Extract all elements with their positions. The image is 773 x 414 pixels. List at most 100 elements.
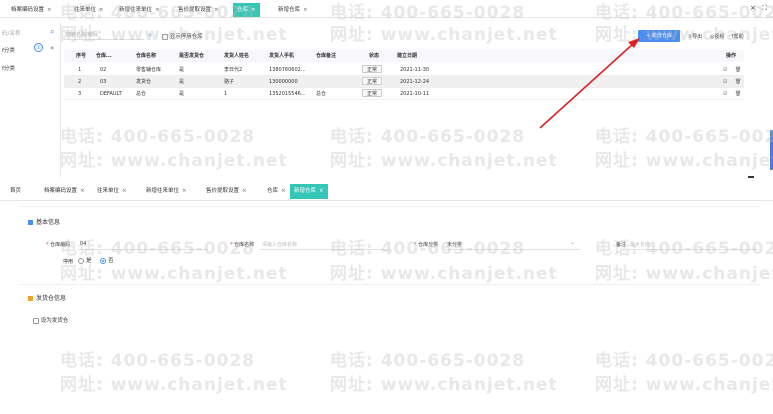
header-no: 序号 <box>76 53 87 59</box>
new-warehouse-page <box>0 181 773 414</box>
close-icon[interactable]: × <box>303 7 308 13</box>
close-icon[interactable]: × <box>182 188 187 194</box>
bottom-tab-5[interactable]: 仓库 × <box>263 184 290 199</box>
bottom-tab-3[interactable]: 新增往来单位 × <box>142 184 191 199</box>
close-icon[interactable]: × <box>251 7 256 13</box>
warehouse-name-label: * 仓库名称 <box>230 242 255 248</box>
warehouse-code-input[interactable]: 04 <box>80 241 86 247</box>
close-icon[interactable]: × <box>122 188 127 194</box>
add-warehouse-button[interactable]: + 新增仓库 <box>638 30 680 42</box>
bottom-tab-1[interactable]: 档案编码设置 × <box>40 184 89 199</box>
delete-icon[interactable]: 🗑 <box>735 88 741 100</box>
header-code[interactable]: 仓库... <box>96 50 112 62</box>
edit-icon[interactable]: ☑ <box>723 64 727 76</box>
table-row[interactable]: 1 02 零售辅仓库 是 李日代2 1380760602... 正常 2021-11-30 ☑ 🗑 <box>64 64 744 76</box>
search-icon[interactable]: ⌕ <box>50 27 54 37</box>
export-button[interactable]: ⇪导出 <box>688 33 702 40</box>
nav-divider <box>60 22 61 177</box>
chevron-down-icon[interactable]: ⌄ <box>570 239 575 246</box>
nav-item-category-2[interactable]: f分类 <box>2 64 15 72</box>
bottom-tab-6[interactable]: 新增仓库 × <box>290 184 328 199</box>
help-button[interactable]: ?帮助 <box>731 33 744 40</box>
cell-phone: 130000000 <box>269 79 298 85</box>
close-icon[interactable]: × <box>242 188 247 194</box>
video-button[interactable]: ◎视频 <box>710 33 724 40</box>
cell-phone: 1380760602... <box>269 67 306 73</box>
radio-no-circle[interactable] <box>100 257 106 264</box>
top-tab-1[interactable]: 往来单位 × <box>70 3 108 17</box>
top-tab-2[interactable]: 新增往来单位 × <box>115 3 164 17</box>
close-icon[interactable]: × <box>80 188 85 194</box>
header-remark[interactable]: 仓库备注 <box>316 50 336 62</box>
cell-name: 总仓 <box>136 91 147 97</box>
set-ship-checkbox[interactable] <box>33 317 39 324</box>
name-label-text: 仓库名称 <box>234 242 255 248</box>
status-badge: 正常 <box>362 89 383 97</box>
edit-icon[interactable]: ☑ <box>723 76 727 88</box>
enable-label: 停用 <box>63 259 74 265</box>
header-is-ship[interactable]: 是否发货仓 <box>179 50 204 62</box>
header-date[interactable]: 建立日期 <box>397 50 417 62</box>
header-status[interactable]: 状态 <box>369 50 379 62</box>
export-label: 导出 <box>692 34 703 40</box>
nav-item-category[interactable]: f分类 <box>2 46 15 54</box>
watermark-text: 网址: www.chanjet.net <box>595 25 773 45</box>
bottom-tab-0[interactable]: 首页 <box>6 184 25 199</box>
show-disabled-toggle[interactable]: 显示停用仓库 <box>162 32 203 40</box>
cell-code: DEFAULT <box>100 91 122 97</box>
close-icon[interactable]: × <box>319 188 324 194</box>
show-disabled-checkbox[interactable] <box>162 33 168 40</box>
radio-yes-circle[interactable] <box>78 257 84 264</box>
header-actions: 操作 <box>726 53 737 59</box>
edit-icon[interactable]: ☑ <box>723 88 727 100</box>
delete-icon[interactable]: 🗑 <box>735 76 741 88</box>
cell-date: 2021-11-30 <box>400 67 430 73</box>
watermark-text: 电话: 400-665-0028 <box>330 127 526 147</box>
separator-mark <box>748 176 754 178</box>
top-tab-3[interactable]: 售价提取设置 × <box>174 3 223 17</box>
status-badge: 正常 <box>362 65 383 73</box>
close-icon[interactable]: × <box>281 188 286 194</box>
radio-no[interactable]: 否 <box>100 256 114 264</box>
status-cell: 正常 <box>362 64 383 76</box>
search-input[interactable]: 搜索名称/编码 <box>64 30 144 40</box>
cell-code: 02 <box>100 67 107 73</box>
cell-date: 2021-10-11 <box>400 91 430 97</box>
bottom-tab-2[interactable]: 往来单位 × <box>93 184 131 199</box>
table-row[interactable]: 2 03 发货仓 是 骆子 130000000 正常 2021-12-24 ☑ 🗑 <box>64 76 744 88</box>
delete-icon[interactable]: 🗑 <box>735 64 741 76</box>
close-icon[interactable]: × <box>214 7 219 13</box>
top-tab-5[interactable]: 新增仓库 × <box>274 3 312 17</box>
warehouse-name-input[interactable]: 请输入仓库名称 <box>262 241 297 248</box>
header-phone[interactable]: 发货人手机 <box>269 50 294 62</box>
cell-shipper: 李日代2 <box>224 67 243 73</box>
remark-label: 备注 <box>616 242 627 248</box>
search-icon[interactable]: ⌕ <box>148 31 152 40</box>
collapse-icon[interactable]: « <box>50 44 54 52</box>
warehouse-code-label: * 仓库编码 <box>46 242 71 248</box>
watermark-text: 网址: www.chanjet.net <box>595 151 773 171</box>
top-tab-4[interactable]: 仓库 × <box>233 3 260 17</box>
window-close-icon[interactable]: × <box>750 4 756 12</box>
warehouse-category-select[interactable]: 未分类 <box>447 241 462 248</box>
set-ship-toggle[interactable]: 设为发货仓 <box>33 316 68 324</box>
window-expand-icon[interactable]: ⛶ <box>762 4 767 13</box>
cell-no: 2 <box>78 79 82 85</box>
table-row[interactable]: 3 DEFAULT 总仓 是 1 1352015546... 总仓 正常 2021-10-11 ☑… <box>64 88 744 100</box>
header-name[interactable]: 仓库名称 <box>136 50 156 62</box>
cell-name: 零售辅仓库 <box>136 67 162 73</box>
close-icon[interactable]: × <box>99 7 104 13</box>
close-icon[interactable]: × <box>47 7 52 13</box>
code-underline <box>78 249 208 250</box>
bottom-tab-4[interactable]: 售价提取设置 × <box>202 184 251 199</box>
top-tab-0[interactable]: 档案编码设置 × <box>7 3 56 17</box>
bottom-top-divider <box>20 206 760 207</box>
name-underline <box>260 249 390 250</box>
header-shipper[interactable]: 发货人姓名 <box>224 50 249 62</box>
radio-yes[interactable]: 是 <box>78 256 92 264</box>
category-label-text: 仓库分类 <box>418 242 439 248</box>
nav-circle-icon[interactable]: ② <box>34 43 43 52</box>
remark-input[interactable]: 最大长度 <box>630 241 650 248</box>
cell-shipper: 1 <box>224 91 228 97</box>
close-icon[interactable]: × <box>155 7 160 13</box>
